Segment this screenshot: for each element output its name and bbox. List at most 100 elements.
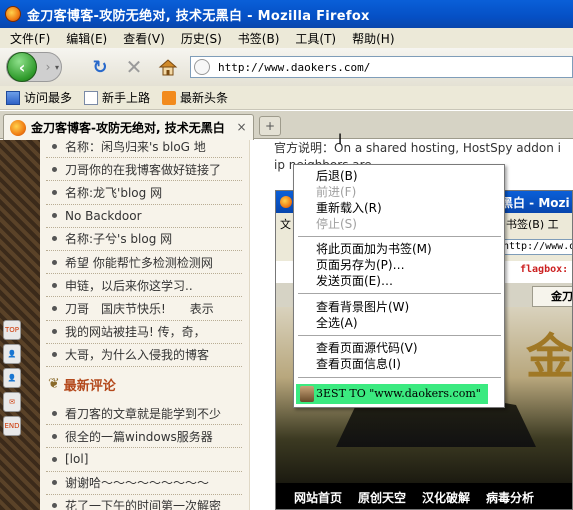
list-item[interactable]: 谢谢哈～～～～～～～～～ xyxy=(46,472,242,495)
list-item[interactable]: 希望 你能帮忙多检测检测网 xyxy=(46,251,242,275)
firefox-logo-icon xyxy=(5,6,21,22)
context-item-extension[interactable]: 3EST TO "www.daokers.com" xyxy=(296,384,488,404)
context-menu: 后退(B) 前进(F) 重新载入(R) 停止(S) 将此页面加为书签(M) 页面… xyxy=(293,164,505,408)
menu-history[interactable]: 历史(S) xyxy=(173,30,230,47)
list-item[interactable]: 刀哥 国庆节快乐! 表示 xyxy=(46,297,242,321)
bullet-icon xyxy=(52,480,57,486)
firefox-logo-icon xyxy=(280,196,292,208)
bullet-icon xyxy=(52,329,57,335)
context-item-view-source[interactable]: 查看页面源代码(V) xyxy=(316,340,418,356)
list-item[interactable]: 看刀客的文章就是能学到不少 xyxy=(46,402,242,426)
bullet-icon xyxy=(52,352,57,358)
bullet-icon xyxy=(52,236,57,242)
menu-bookmarks[interactable]: 书签(B) xyxy=(230,30,288,47)
bullet-icon xyxy=(52,189,57,195)
context-item-view-background[interactable]: 查看背景图片(W) xyxy=(316,299,409,315)
bullet-icon xyxy=(52,433,57,439)
tab-close-icon[interactable]: × xyxy=(234,120,249,135)
tab-current[interactable]: 金刀客博客-攻防无绝对, 技术无黑白 × xyxy=(3,114,254,140)
bookmark-getting-started[interactable]: 新手上路 xyxy=(84,89,150,106)
bookmark-label: 访问最多 xyxy=(24,91,73,105)
menu-file[interactable]: 文件(F) xyxy=(0,30,58,47)
context-item-select-all[interactable]: 全选(A) xyxy=(316,315,358,331)
list-item[interactable]: 名称：闲鸟归来's bloG 地 xyxy=(46,140,242,159)
extension-label: 3EST TO "www.daokers.com" xyxy=(316,387,481,400)
bookmarks-folder-icon xyxy=(6,90,20,105)
menu-separator xyxy=(298,293,501,294)
list-item[interactable]: 名称:龙飞'blog 网 xyxy=(46,181,242,205)
bullet-icon xyxy=(52,166,57,172)
site-identity-icon[interactable] xyxy=(194,59,210,75)
mail-icon[interactable]: ✉ xyxy=(3,392,21,412)
bullet-icon xyxy=(52,503,57,509)
latest-comments-list: 看刀客的文章就是能学到不少 很全的一篇windows服务器 [lol] 谢谢哈～… xyxy=(46,402,242,510)
context-item-page-info[interactable]: 查看页面信息(I) xyxy=(316,356,401,372)
screenshot-menu-left: 文 xyxy=(280,218,291,231)
menu-edit[interactable]: 编辑(E) xyxy=(58,30,115,47)
forward-button[interactable]: › xyxy=(40,60,56,74)
stop-button[interactable]: ✕ xyxy=(124,55,144,79)
bullet-icon xyxy=(52,213,57,219)
context-item-forward: 前进(F) xyxy=(316,185,357,199)
context-item-save-page[interactable]: 页面另存为(P)… xyxy=(316,257,405,273)
page-icon xyxy=(84,90,99,105)
menu-bar: 文件(F) 编辑(E) 查看(V) 历史(S) 书签(B) 工具(T) 帮助(H… xyxy=(0,28,573,48)
url-text: http://www.daokers.com/ xyxy=(218,60,371,74)
navigation-toolbar: ‹ › ▾ ↻ ✕ http://www.daokers.com/ xyxy=(0,48,573,86)
site-nav-link: 网站首页 xyxy=(294,490,343,505)
bookmark-latest-headlines[interactable]: 最新头条 xyxy=(162,89,228,106)
list-item[interactable]: [lol] xyxy=(46,448,242,472)
tab-label: 金刀客博客-攻防无绝对, 技术无黑白 xyxy=(31,121,225,135)
bullet-icon xyxy=(52,305,57,311)
context-item-back[interactable]: 后退(B) xyxy=(316,168,358,184)
list-item[interactable]: 申链，以后来你这学习.. xyxy=(46,274,242,298)
section-heading: ❦ 最新评论 xyxy=(48,372,116,396)
text-cursor-icon: I xyxy=(338,132,343,148)
list-item[interactable]: 我的网站被挂马! 传，奇， xyxy=(46,321,242,344)
extension-avatar-icon xyxy=(300,386,314,402)
bookmark-label: 最新头条 xyxy=(180,91,229,105)
history-dropdown-icon[interactable]: ▾ xyxy=(55,63,63,72)
back-button[interactable]: ‹ xyxy=(7,52,37,82)
menu-help[interactable]: 帮助(H) xyxy=(344,30,402,47)
context-item-bookmark-page[interactable]: 将此页面加为书签(M) xyxy=(316,241,432,257)
list-item[interactable]: 名称:子兮's blog 网 xyxy=(46,228,242,251)
context-item-stop: 停止(S) xyxy=(316,217,357,231)
scroll-top-button[interactable]: TOP xyxy=(3,320,21,340)
site-nav-link: 汉化破解 xyxy=(422,490,471,505)
home-icon xyxy=(158,59,178,76)
title-bar: 金刀客博客-攻防无绝对, 技术无黑白 - Mozilla Firefox xyxy=(0,0,573,28)
context-item-reload[interactable]: 重新载入(R) xyxy=(316,200,382,216)
list-item[interactable]: 大哥，为什么入侵我的博客 xyxy=(46,344,242,367)
bullet-icon xyxy=(52,410,57,416)
scroll-end-button[interactable]: END xyxy=(3,416,21,436)
blog-sidebar: 名称：闲鸟归来's bloG 地 刀哥你的在我博客做好链接了 名称:龙飞'blo… xyxy=(40,140,250,510)
menu-tools[interactable]: 工具(T) xyxy=(287,30,344,47)
menu-separator xyxy=(298,335,501,336)
list-item[interactable]: 刀哥你的在我博客做好链接了 xyxy=(46,158,242,182)
bookmark-label: 新手上路 xyxy=(102,91,151,105)
new-tab-button[interactable]: + xyxy=(259,116,281,136)
screenshot-menu-right: 书签(B) 工 xyxy=(506,218,559,231)
list-item[interactable]: No Backdoor xyxy=(46,205,242,228)
bookmark-most-visited[interactable]: 访问最多 xyxy=(6,89,72,106)
menu-view[interactable]: 查看(V) xyxy=(115,30,173,47)
list-item[interactable]: 花了一下午的时间第一次解密 xyxy=(46,495,242,510)
banner-logo-glyph: 金 xyxy=(526,329,573,385)
section-title: 最新评论 xyxy=(63,378,116,394)
window-title: 金刀客博客-攻防无绝对, 技术无黑白 - Mozilla Firefox xyxy=(27,8,370,24)
bullet-icon xyxy=(52,143,57,149)
screenshot-url: http://www.da xyxy=(500,239,572,255)
tab-favicon-icon xyxy=(10,119,26,136)
context-item-send-page[interactable]: 发送页面(E)… xyxy=(316,273,393,289)
user-icon[interactable]: 👤 xyxy=(3,344,21,364)
side-toolbar: TOP 👤 👤 ✉ END xyxy=(3,320,23,436)
recent-comments-list: 名称：闲鸟归来's bloG 地 刀哥你的在我博客做好链接了 名称:龙飞'blo… xyxy=(46,140,242,367)
bullet-icon xyxy=(52,456,57,462)
reload-button[interactable]: ↻ xyxy=(90,57,110,78)
list-item[interactable]: 很全的一篇windows服务器 xyxy=(46,425,242,449)
screenshot-site-nav: 网站首页 原创天空 汉化破解 病毒分析 xyxy=(276,483,572,509)
user-icon[interactable]: 👤 xyxy=(3,368,21,388)
url-bar[interactable]: http://www.daokers.com/ xyxy=(190,56,573,78)
home-button[interactable] xyxy=(158,57,178,77)
